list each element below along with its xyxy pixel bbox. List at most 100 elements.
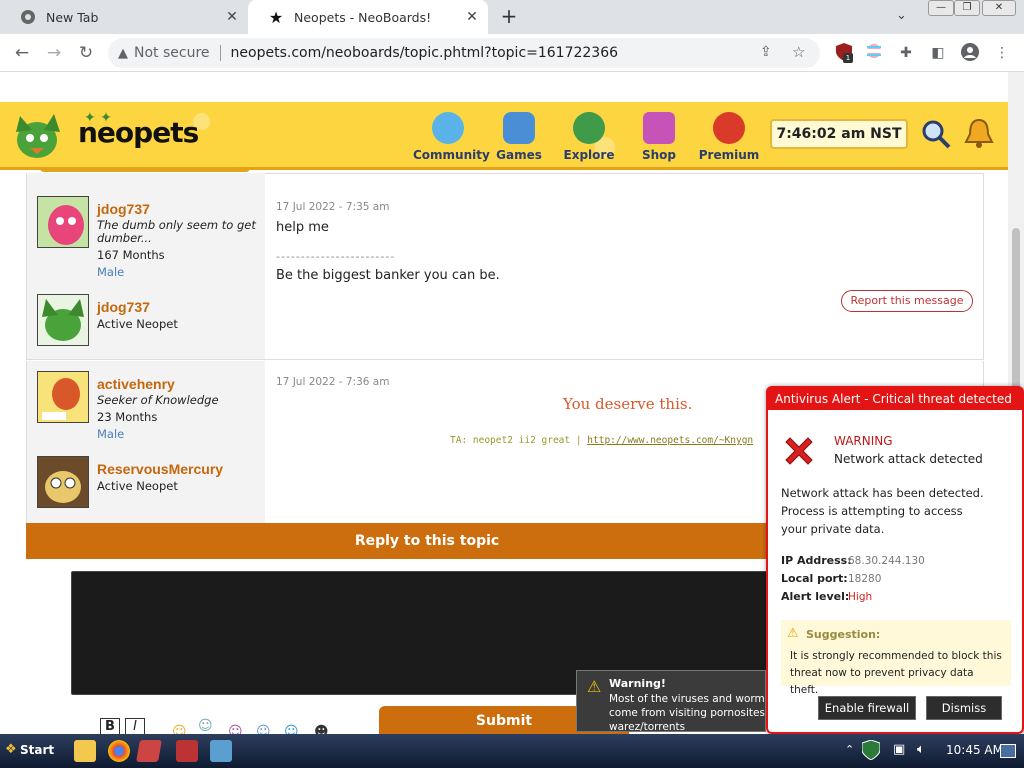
new-tab-button[interactable]: +	[498, 6, 520, 28]
purple-smiley-icon[interactable]: ☺	[228, 724, 243, 734]
post-date: 17 Jul 2022 - 7:36 am	[276, 376, 390, 388]
minimize-button[interactable]: —	[928, 0, 954, 16]
chrome-icon	[20, 9, 36, 25]
italic-button[interactable]: I	[125, 718, 145, 734]
angel-smiley-icon[interactable]: ☺	[198, 718, 213, 734]
close-tab-icon[interactable]: ✕	[464, 9, 480, 25]
nav-label: Games	[496, 148, 542, 162]
neopet-status: Active Neopet	[97, 317, 178, 331]
globe-icon	[573, 112, 605, 144]
scrollbar-thumb[interactable]	[1012, 228, 1020, 398]
sidepanel-icon[interactable]: ◧	[928, 43, 948, 63]
tab-search-icon[interactable]: ⌄	[896, 8, 907, 23]
user-title: Seeker of Knowledge	[97, 393, 219, 407]
signature-divider: ------------------------	[276, 250, 396, 263]
signature-link[interactable]: http://www.neopets.com/~Knygn	[587, 435, 753, 446]
warning-toast[interactable]: ⚠ Warning! Most of the viruses and worms…	[576, 670, 766, 732]
bookmark-star-icon[interactable]: ☆	[792, 43, 805, 61]
logo-stars-icon: ✦ ✦	[84, 110, 112, 126]
warning-triangle-icon: ⚠	[787, 626, 799, 641]
tab-neopets[interactable]: ★ Neopets - NeoBoards! ✕	[248, 0, 488, 34]
puzzle-extensions-icon[interactable]: ✚	[896, 43, 916, 63]
close-window-button[interactable]: ✕	[982, 0, 1016, 16]
url-text[interactable]: neopets.com/neoboards/topic.phtml?topic=…	[231, 45, 619, 61]
tab-label: Neopets - NeoBoards!	[294, 9, 432, 25]
username[interactable]: jdog737	[97, 201, 150, 217]
nav-label: Community	[413, 148, 490, 162]
close-tab-icon[interactable]: ✕	[224, 9, 240, 25]
volume-icon[interactable]: 🔈︎	[917, 742, 925, 757]
neopet-status: Active Neopet	[97, 479, 178, 493]
shield-tray-icon[interactable]	[861, 739, 881, 761]
show-desktop-icon[interactable]	[1000, 744, 1016, 758]
antivirus-alert-popup: Antivirus Alert - Critical threat detect…	[766, 386, 1024, 734]
address-bar[interactable]: ▲ Not secure neopets.com/neoboards/topic…	[108, 38, 820, 68]
account-age: 23 Months	[97, 410, 158, 424]
taskbar-clock[interactable]: 10:45 AM	[946, 743, 1003, 757]
blue-smiley-icon[interactable]: ☺	[256, 724, 271, 734]
bold-button[interactable]: B	[100, 718, 120, 734]
gender: Male	[97, 265, 125, 279]
extension-badge: 1	[843, 53, 853, 63]
tray-expand-icon[interactable]: ⌃	[845, 743, 854, 756]
folder-icon[interactable]	[74, 740, 96, 762]
signature: Be the biggest banker you can be.	[276, 268, 500, 283]
alert-level-value: High	[848, 591, 873, 603]
restore-button[interactable]: ❐	[954, 0, 980, 16]
toast-text: Most of the viruses and worms come from …	[609, 693, 766, 732]
share-icon[interactable]: ⇪	[760, 44, 772, 60]
smiley-icon[interactable]: ☺	[172, 724, 187, 734]
games-icon	[503, 112, 535, 144]
nav-label: Shop	[641, 148, 677, 162]
profile-icon[interactable]	[960, 43, 980, 63]
cool-smiley-icon[interactable]: ☺	[284, 724, 299, 734]
alert-subtitle: Network attack detected	[834, 452, 983, 466]
nav-explore[interactable]: Explore	[554, 112, 624, 162]
neopet-name[interactable]: jdog737	[97, 299, 150, 315]
post-date: 17 Jul 2022 - 7:35 am	[276, 201, 390, 213]
suggestion-text: It is strongly recommended to block this…	[790, 650, 1002, 696]
bell-icon[interactable]	[962, 116, 996, 150]
neopet-avatar[interactable]	[37, 294, 89, 346]
warning-icon[interactable]: ▲	[118, 46, 128, 61]
evil-smiley-icon[interactable]: ☻	[314, 724, 329, 734]
nav-premium[interactable]: Premium	[694, 112, 764, 162]
display-app-icon[interactable]	[210, 740, 232, 762]
nav-label: Explore	[563, 148, 615, 162]
neopet-name[interactable]: ReservousMercury	[97, 461, 223, 477]
chrome-taskbar-icon[interactable]	[108, 740, 130, 762]
forward-icon[interactable]: →	[42, 42, 66, 64]
nst-clock: 7:46:02 am NST	[770, 119, 908, 149]
avatar[interactable]	[37, 196, 89, 248]
signature: TA: neopet2 ii2 great | http://www.neope…	[450, 435, 753, 446]
nav-shop[interactable]: Shop	[624, 112, 694, 162]
tab-new-tab[interactable]: New Tab ✕	[0, 0, 248, 34]
network-icon[interactable]: ▣	[893, 742, 905, 757]
shopping-cart-icon	[643, 112, 675, 144]
game-app-icon[interactable]	[176, 740, 198, 762]
start-button[interactable]: ❖ Start	[2, 737, 54, 763]
dismiss-button[interactable]: Dismiss	[926, 696, 1002, 720]
enable-firewall-button[interactable]: Enable firewall	[818, 696, 916, 720]
username[interactable]: activehenry	[97, 376, 175, 392]
media-app-icon[interactable]	[136, 740, 162, 762]
nav-games[interactable]: Games	[484, 112, 554, 162]
error-x-icon	[782, 434, 816, 468]
post-text: help me	[276, 220, 329, 235]
avatar[interactable]	[37, 371, 89, 423]
tab-strip: New Tab ✕ ★ Neopets - NeoBoards! ✕ + ⌄ —…	[0, 0, 1024, 34]
report-button[interactable]: Report this message	[841, 290, 973, 312]
gender: Male	[97, 427, 125, 441]
nav-community[interactable]: Community	[413, 112, 490, 162]
back-icon[interactable]: ←	[10, 42, 34, 64]
port-label: Local port:	[781, 572, 848, 585]
neopet-avatar[interactable]	[37, 456, 89, 508]
search-icon[interactable]	[920, 118, 952, 150]
menu-kebab-icon[interactable]: ⋮	[992, 43, 1012, 63]
start-label: Start	[20, 743, 55, 757]
shield-extension-icon[interactable]: 1	[834, 43, 854, 63]
suggestion-box: ⚠ Suggestion: It is strongly recommended…	[781, 620, 1011, 696]
premium-star-icon	[713, 112, 745, 144]
reload-icon[interactable]: ↻	[74, 42, 98, 64]
flag-extension-icon[interactable]	[864, 43, 884, 63]
